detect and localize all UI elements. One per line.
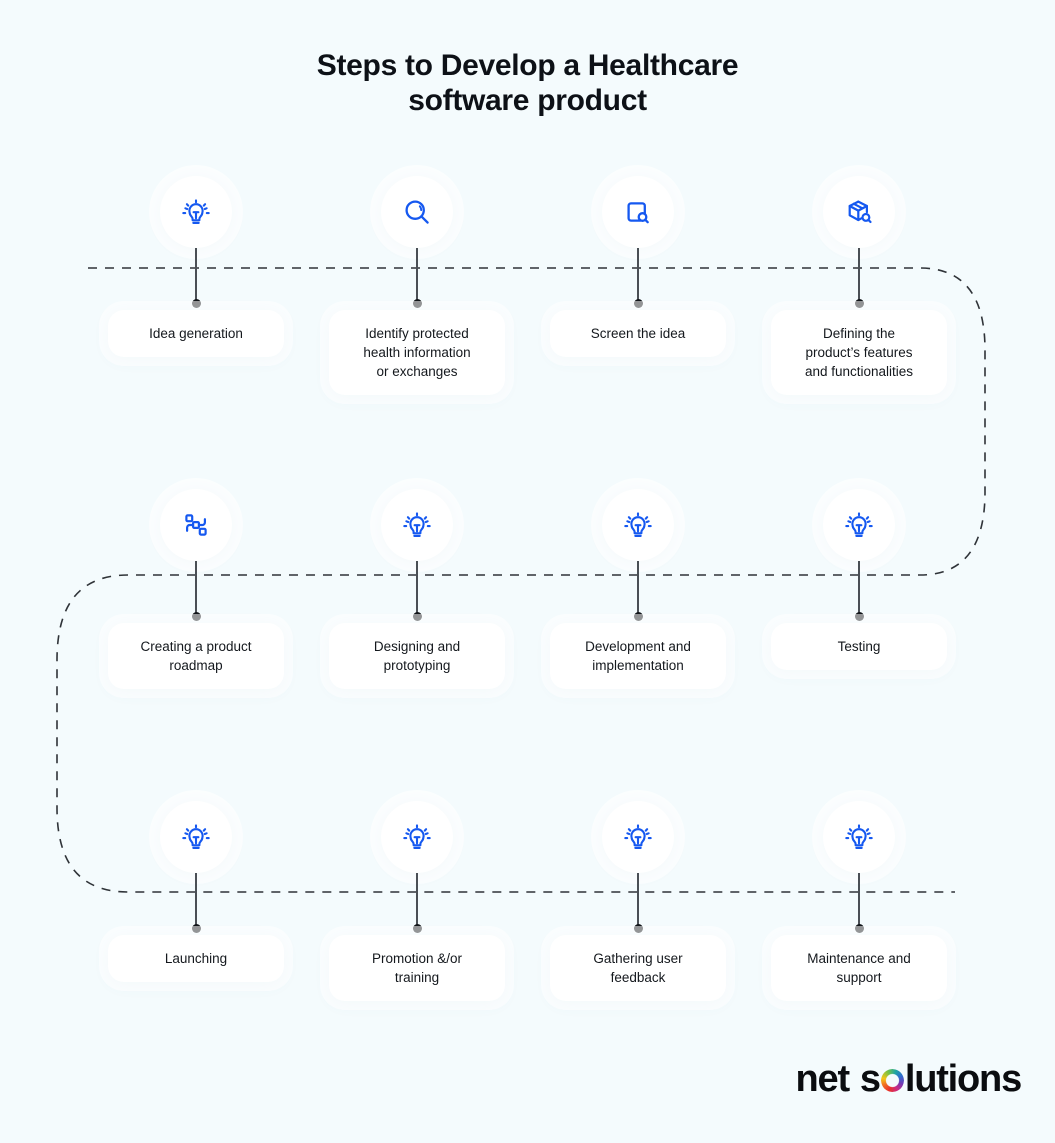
lightbulb-icon (602, 489, 674, 561)
brand-logo[interactable]: net s lutions (795, 1058, 1023, 1100)
label-line: Screen the idea (590, 326, 686, 341)
page-title-line-2: software product (408, 84, 647, 117)
label-line: Launching (164, 951, 228, 966)
flow-row-1: Idea generation Identify protected healt… (0, 176, 1055, 476)
label-line: implementation (592, 658, 684, 673)
node-stem (412, 873, 422, 933)
rainbow-ring-icon (880, 1069, 904, 1092)
label-line: or exchanges (376, 364, 458, 379)
lightbulb-icon (823, 801, 895, 873)
logo-solutions-suffix: lutions (904, 1058, 1022, 1100)
label-line: Identify protected (365, 326, 469, 341)
node-stem (854, 561, 864, 621)
flow-node-label: Defining the product’s features and func… (771, 310, 947, 395)
flow-node-label: Idea generation (108, 310, 284, 357)
label-line: Gathering user (593, 951, 683, 966)
label-line: Creating a product (140, 639, 252, 654)
flow-node-label: Gathering user feedback (550, 935, 726, 1001)
label-line: training (394, 970, 440, 985)
label-line: Defining the (822, 326, 896, 341)
flow-node-testing[interactable]: Testing (749, 489, 969, 670)
lightbulb-icon (381, 489, 453, 561)
lightbulb-icon (381, 801, 453, 873)
box-search-icon (823, 176, 895, 248)
logo-solutions-prefix: s (859, 1058, 881, 1100)
label-line: Idea generation (149, 326, 243, 341)
node-stem (633, 873, 643, 933)
flow-node-label: Creating a product roadmap (108, 623, 284, 689)
node-stem (633, 561, 643, 621)
flow-row-2: Creating a product roadmap Designing and… (0, 489, 1055, 789)
node-stem (412, 561, 422, 621)
flow-node-label: Testing (771, 623, 947, 670)
flow-node-label: Designing and prototyping (329, 623, 505, 689)
flowchart-icon (160, 489, 232, 561)
lightbulb-icon (160, 176, 232, 248)
infographic-canvas: Steps to Develop a Healthcare software p… (0, 0, 1055, 1143)
lightbulb-icon (160, 801, 232, 873)
label-line: Promotion &/or (371, 951, 463, 966)
logo-word-solutions: s lutions (859, 1058, 1022, 1100)
node-stem (191, 561, 201, 621)
flow-row-3: Launching Promotion &/or training Gather… (0, 801, 1055, 1101)
label-line: Designing and (373, 639, 461, 654)
node-stem (854, 248, 864, 308)
node-stem (191, 873, 201, 933)
node-stem (633, 248, 643, 308)
flow-node-product-roadmap[interactable]: Creating a product roadmap (86, 489, 306, 689)
logo-word-net: net (795, 1058, 851, 1100)
flow-node-defining-features[interactable]: Defining the product’s features and func… (749, 176, 969, 395)
flow-node-maintenance-support[interactable]: Maintenance and support (749, 801, 969, 1001)
flow-node-promotion-training[interactable]: Promotion &/or training (307, 801, 527, 1001)
flow-node-label: Identify protected health information or… (329, 310, 505, 395)
flow-node-screen-the-idea[interactable]: Screen the idea (528, 176, 748, 357)
flow-node-idea-generation[interactable]: Idea generation (86, 176, 306, 357)
flow-node-label: Development and implementation (550, 623, 726, 689)
flow-node-label: Screen the idea (550, 310, 726, 357)
label-line: Development and (585, 639, 691, 654)
document-search-icon (602, 176, 674, 248)
lightbulb-icon (602, 801, 674, 873)
lightbulb-icon (823, 489, 895, 561)
node-stem (854, 873, 864, 933)
flow-node-designing-prototyping[interactable]: Designing and prototyping (307, 489, 527, 689)
node-stem (191, 248, 201, 308)
flow-node-development-implementation[interactable]: Development and implementation (528, 489, 748, 689)
flow-node-gathering-feedback[interactable]: Gathering user feedback (528, 801, 748, 1001)
flow-node-label: Maintenance and support (771, 935, 947, 1001)
label-line: support (836, 970, 882, 985)
flow-node-label: Promotion &/or training (329, 935, 505, 1001)
flow-node-identify-phi[interactable]: Identify protected health information or… (307, 176, 527, 395)
magnifier-icon (381, 176, 453, 248)
label-line: roadmap (169, 658, 223, 673)
label-line: Testing (837, 639, 881, 654)
page-title: Steps to Develop a Healthcare software p… (0, 48, 1055, 118)
label-line: health information (363, 345, 471, 360)
node-stem (412, 248, 422, 308)
page-title-line-1: Steps to Develop a Healthcare (316, 49, 739, 82)
flow-node-label: Launching (108, 935, 284, 982)
label-line: and functionalities (804, 364, 914, 379)
label-line: prototyping (383, 658, 451, 673)
label-line: Maintenance and (807, 951, 911, 966)
label-line: product’s features (805, 345, 913, 360)
flow-node-launching[interactable]: Launching (86, 801, 306, 982)
label-line: feedback (610, 970, 666, 985)
